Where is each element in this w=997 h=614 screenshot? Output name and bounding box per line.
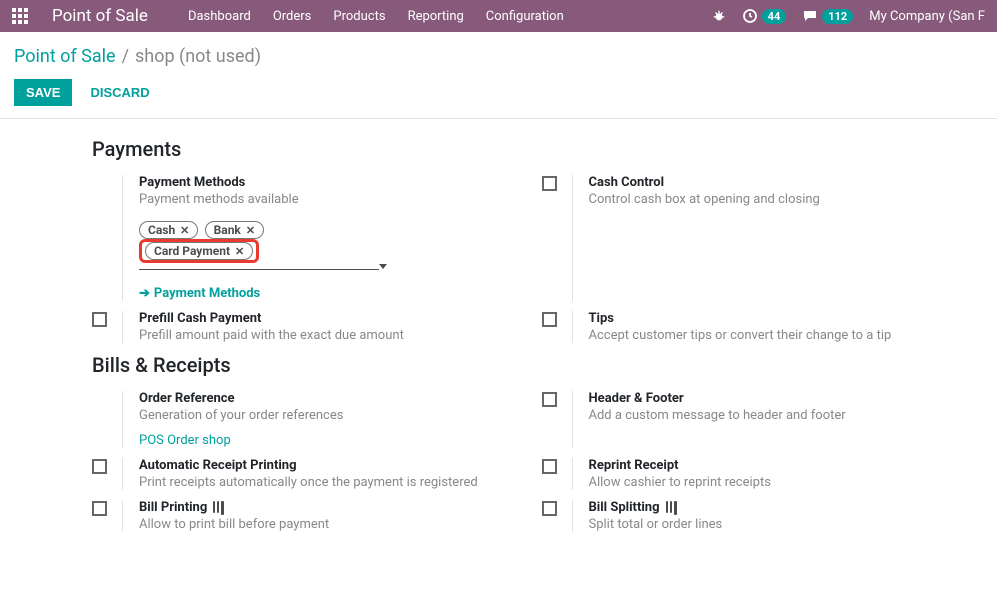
cutlery-icon bbox=[666, 501, 677, 515]
header-footer-label: Header & Footer bbox=[589, 391, 968, 406]
menu-reporting[interactable]: Reporting bbox=[408, 9, 464, 24]
section-payments: Payments bbox=[92, 137, 967, 161]
clock-icon bbox=[742, 8, 758, 24]
order-ref-label: Order Reference bbox=[139, 391, 518, 406]
header-footer-desc: Add a custom message to header and foote… bbox=[589, 408, 968, 423]
dropdown-caret-icon[interactable] bbox=[379, 264, 387, 269]
menu-configuration[interactable]: Configuration bbox=[486, 9, 564, 24]
reprint-checkbox[interactable] bbox=[542, 459, 557, 474]
arrow-right-icon: ➔ bbox=[139, 286, 150, 301]
breadcrumb-current: shop (not used) bbox=[135, 46, 261, 67]
form-sheet: Payments Payment Methods Payment methods… bbox=[62, 119, 997, 572]
menu-dashboard[interactable]: Dashboard bbox=[188, 9, 251, 24]
cash-control-desc: Control cash box at opening and closing bbox=[589, 192, 968, 207]
reprint-desc: Allow cashier to reprint receipts bbox=[589, 475, 968, 490]
remove-icon[interactable]: ✕ bbox=[246, 224, 255, 237]
bill-splitting-desc: Split total or order lines bbox=[589, 517, 968, 532]
highlighted-tag: Card Payment✕ bbox=[139, 239, 259, 263]
save-button[interactable]: SAVE bbox=[14, 79, 72, 106]
chat-icon bbox=[802, 8, 818, 24]
actions-bar: SAVE DISCARD bbox=[0, 67, 997, 119]
breadcrumb: Point of Sale / shop (not used) bbox=[0, 32, 997, 67]
company-switcher[interactable]: My Company (San F bbox=[869, 9, 985, 24]
activities-button[interactable]: 44 bbox=[742, 8, 787, 24]
navbar: Point of Sale Dashboard Orders Products … bbox=[0, 0, 997, 32]
prefill-label: Prefill Cash Payment bbox=[139, 311, 518, 326]
tips-checkbox[interactable] bbox=[542, 312, 557, 327]
tips-label: Tips bbox=[589, 311, 968, 326]
messages-count: 112 bbox=[822, 9, 853, 24]
bill-printing-label: Bill Printing bbox=[139, 500, 518, 515]
discard-button[interactable]: DISCARD bbox=[90, 85, 149, 100]
tips-desc: Accept customer tips or convert their ch… bbox=[589, 328, 968, 343]
tag-bank[interactable]: Bank✕ bbox=[205, 221, 264, 239]
payment-methods-link[interactable]: ➔ Payment Methods bbox=[139, 286, 518, 301]
tag-cash[interactable]: Cash✕ bbox=[139, 221, 198, 239]
activities-count: 44 bbox=[762, 9, 787, 24]
section-bills: Bills & Receipts bbox=[92, 353, 967, 377]
brand-title[interactable]: Point of Sale bbox=[52, 6, 148, 26]
menu-orders[interactable]: Orders bbox=[273, 9, 312, 24]
cash-control-checkbox[interactable] bbox=[542, 176, 557, 191]
breadcrumb-separator: / bbox=[122, 46, 129, 67]
bill-splitting-label: Bill Splitting bbox=[589, 500, 968, 515]
remove-icon[interactable]: ✕ bbox=[235, 245, 244, 258]
order-ref-desc: Generation of your order references bbox=[139, 408, 518, 423]
messages-button[interactable]: 112 bbox=[802, 8, 853, 24]
remove-icon[interactable]: ✕ bbox=[180, 224, 189, 237]
bug-icon[interactable] bbox=[712, 9, 726, 23]
cash-control-label: Cash Control bbox=[589, 175, 968, 190]
header-footer-checkbox[interactable] bbox=[542, 392, 557, 407]
main-menu: Dashboard Orders Products Reporting Conf… bbox=[188, 9, 564, 24]
auto-receipt-label: Automatic Receipt Printing bbox=[139, 458, 518, 473]
breadcrumb-root[interactable]: Point of Sale bbox=[14, 46, 116, 67]
prefill-desc: Prefill amount paid with the exact due a… bbox=[139, 328, 518, 343]
bill-printing-desc: Allow to print bill before payment bbox=[139, 517, 518, 532]
menu-products[interactable]: Products bbox=[333, 9, 385, 24]
apps-icon[interactable] bbox=[12, 8, 28, 24]
cutlery-icon bbox=[213, 501, 224, 515]
prefill-checkbox[interactable] bbox=[92, 312, 107, 327]
bill-splitting-checkbox[interactable] bbox=[542, 501, 557, 516]
reprint-label: Reprint Receipt bbox=[589, 458, 968, 473]
bill-printing-checkbox[interactable] bbox=[92, 501, 107, 516]
auto-receipt-checkbox[interactable] bbox=[92, 459, 107, 474]
payment-methods-desc: Payment methods available bbox=[139, 192, 518, 207]
pos-order-link[interactable]: POS Order shop bbox=[139, 433, 231, 448]
tag-card-payment[interactable]: Card Payment✕ bbox=[145, 242, 253, 260]
auto-receipt-desc: Print receipts automatically once the pa… bbox=[139, 475, 518, 490]
payment-methods-tags[interactable]: Cash✕ Bank✕ Card Payment✕ bbox=[139, 221, 379, 270]
payment-methods-label: Payment Methods bbox=[139, 175, 518, 190]
